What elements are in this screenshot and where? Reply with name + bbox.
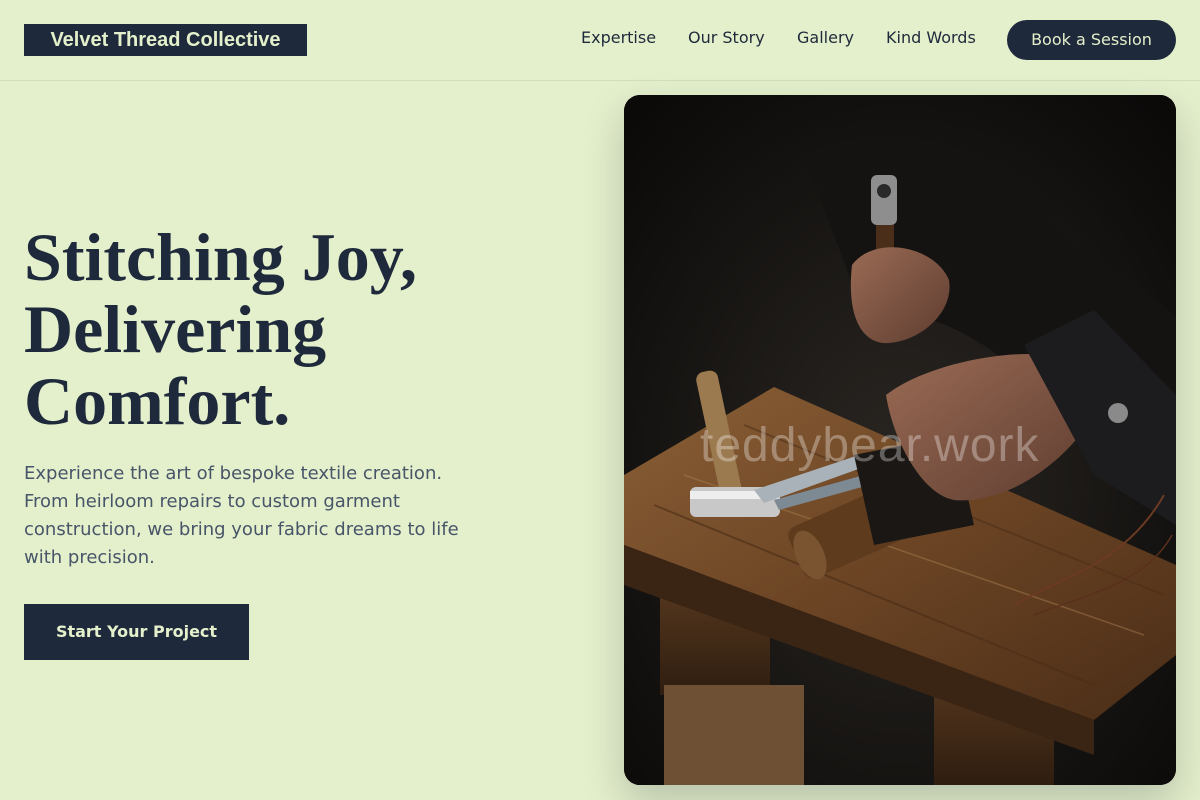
nav-link-gallery[interactable]: Gallery xyxy=(797,28,854,48)
hero-description: Experience the art of bespoke textile cr… xyxy=(24,463,459,568)
site-header: Velvet Thread Collective Expertise Our S… xyxy=(0,0,1200,81)
book-session-button[interactable]: Book a Session xyxy=(1007,20,1176,60)
image-watermark: teddybear.work xyxy=(700,419,1040,472)
headline-line-2: Delivering xyxy=(24,291,327,367)
nav-link-kind-words[interactable]: Kind Words xyxy=(886,28,976,48)
headline-line-3: Comfort. xyxy=(24,363,291,439)
headline-line-1: Stitching Joy, xyxy=(24,219,417,295)
hero-image: teddybear.work xyxy=(624,95,1176,785)
nav-link-expertise[interactable]: Expertise xyxy=(581,28,656,48)
nav-link-our-story[interactable]: Our Story xyxy=(688,28,765,48)
hero-headline: Stitching Joy, Delivering Comfort. xyxy=(24,221,584,437)
brand-logo[interactable]: Velvet Thread Collective xyxy=(24,24,307,56)
start-project-button[interactable]: Start Your Project xyxy=(24,604,249,660)
